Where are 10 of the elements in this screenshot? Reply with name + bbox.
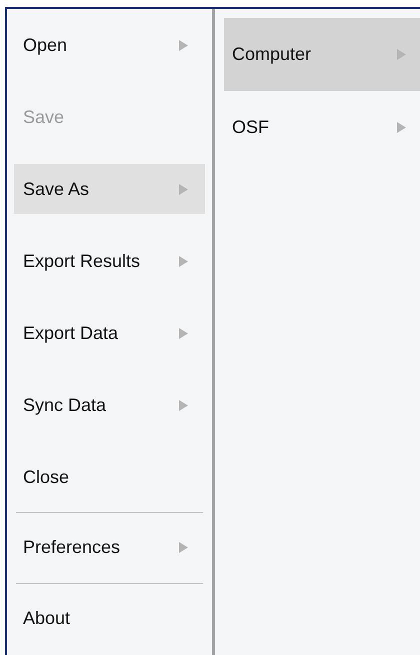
- menu-item[interactable]: Export Data: [14, 308, 205, 358]
- menu-item[interactable]: Export Results: [14, 236, 205, 286]
- menu-item[interactable]: Sync Data: [14, 380, 205, 430]
- menu-item[interactable]: Close: [14, 452, 205, 502]
- submenu-item[interactable]: Computer: [224, 18, 420, 91]
- menu-item[interactable]: Save As: [14, 164, 205, 214]
- submenu-item[interactable]: OSF: [224, 91, 420, 164]
- menu-item[interactable]: Open: [14, 20, 205, 70]
- menu-item[interactable]: Preferences: [14, 522, 205, 573]
- menu-item[interactable]: About: [14, 594, 205, 644]
